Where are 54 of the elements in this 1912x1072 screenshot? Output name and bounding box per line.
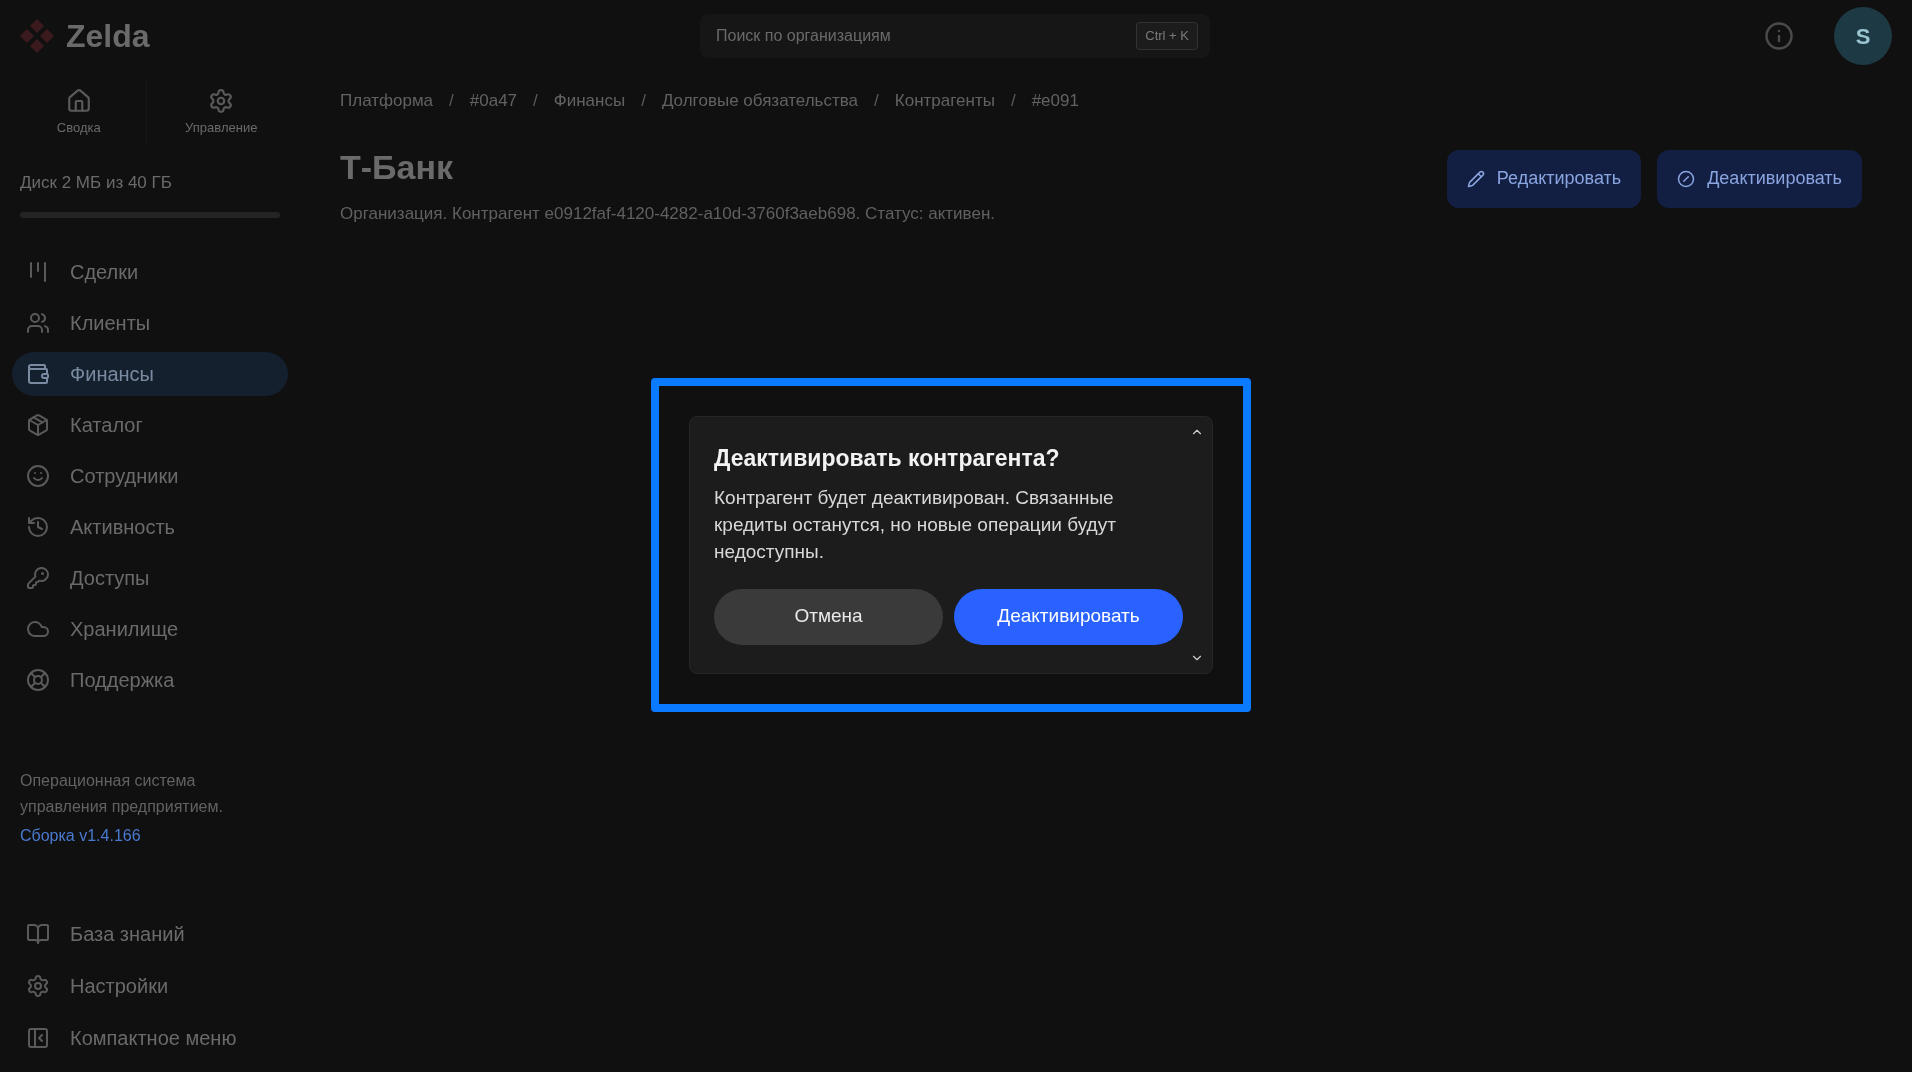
- cancel-button[interactable]: Отмена: [714, 588, 943, 645]
- breadcrumb-separator: /: [874, 90, 879, 112]
- sidebar-nav-item[interactable]: Настройки: [12, 964, 288, 1008]
- edit-button[interactable]: Редактировать: [1446, 149, 1642, 208]
- nav-icon: [26, 361, 50, 386]
- nav-icon: [26, 412, 50, 437]
- page-title: Т-Банк: [340, 146, 454, 188]
- sidebar-nav-item[interactable]: Хранилище: [12, 606, 288, 651]
- nav-icon: [26, 310, 50, 335]
- sidebar-nav-item[interactable]: Доступы: [12, 555, 288, 600]
- breadcrumb-link[interactable]: Контрагенты: [894, 88, 995, 114]
- slash-circle-icon: [1677, 169, 1696, 188]
- breadcrumb-link[interactable]: Финансы: [553, 88, 626, 114]
- sidebar-nav-item[interactable]: Сотрудники: [12, 453, 288, 498]
- sidebar-nav-item[interactable]: Клиенты: [12, 300, 288, 345]
- sidebar-nav-item[interactable]: Сделки: [12, 249, 288, 294]
- breadcrumb-separator: /: [533, 90, 538, 112]
- breadcrumb-separator: /: [449, 90, 454, 112]
- gear-icon: [208, 88, 235, 115]
- sidebar-nav-item[interactable]: Финансы: [12, 351, 288, 396]
- dialog-title: Деактивировать контрагента?: [714, 444, 1061, 473]
- sidebar-nav-item[interactable]: Активность: [12, 504, 288, 549]
- breadcrumb-link[interactable]: #e091: [1031, 88, 1079, 114]
- breadcrumb-separator: /: [1010, 90, 1016, 112]
- breadcrumb-link[interactable]: Долговые обязательства: [661, 88, 859, 114]
- breadcrumb-link[interactable]: #0a47: [469, 88, 518, 114]
- nav-icon: [26, 565, 50, 590]
- sidebar-nav-item[interactable]: База знаний: [12, 912, 288, 956]
- nav-icon: [26, 667, 50, 692]
- deactivate-button[interactable]: Деактивировать: [1657, 149, 1862, 208]
- app-logo-text: Zelda: [66, 17, 150, 56]
- sidebar-tab[interactable]: Сводка: [12, 80, 147, 146]
- breadcrumb-separator: /: [641, 90, 646, 112]
- shortcut-hint: Ctrl + K: [1136, 22, 1198, 50]
- nav-icon: [26, 922, 50, 946]
- disk-usage-label: Диск 2 МБ из 40 ГБ: [20, 172, 173, 194]
- nav-icon: [26, 463, 50, 488]
- nav-icon: [26, 1026, 50, 1050]
- breadcrumb-link[interactable]: Платформа: [340, 88, 434, 114]
- build-version-link[interactable]: Сборка v1.4.166: [12, 823, 288, 848]
- pencil-icon: [1466, 169, 1485, 188]
- home-icon: [65, 88, 92, 115]
- deactivate-button[interactable]: Деактивировать: [954, 588, 1183, 645]
- dialog-message: Контрагент будет деактивирован. Связанные кредиты останутся, но новые операции будут недоступны.: [714, 485, 1117, 564]
- sidebar-nav-item[interactable]: Компактное меню: [12, 1016, 288, 1060]
- sidebar-nav-item[interactable]: Поддержка: [12, 657, 288, 702]
- nav-icon: [26, 514, 50, 539]
- nav-icon: [26, 974, 50, 998]
- page-description: Организация. Контрагент e0912faf-4120-4282-a10d-3760f3aeb698. Статус: активен.: [340, 202, 995, 225]
- sidebar-about-text: Операционная система управления предприятием.: [19, 770, 224, 817]
- user-avatar[interactable]: S: [1834, 7, 1892, 65]
- logo-icon: [20, 19, 54, 53]
- sidebar-tab[interactable]: Управление: [154, 80, 288, 146]
- sidebar-nav-item[interactable]: Каталог: [12, 402, 288, 447]
